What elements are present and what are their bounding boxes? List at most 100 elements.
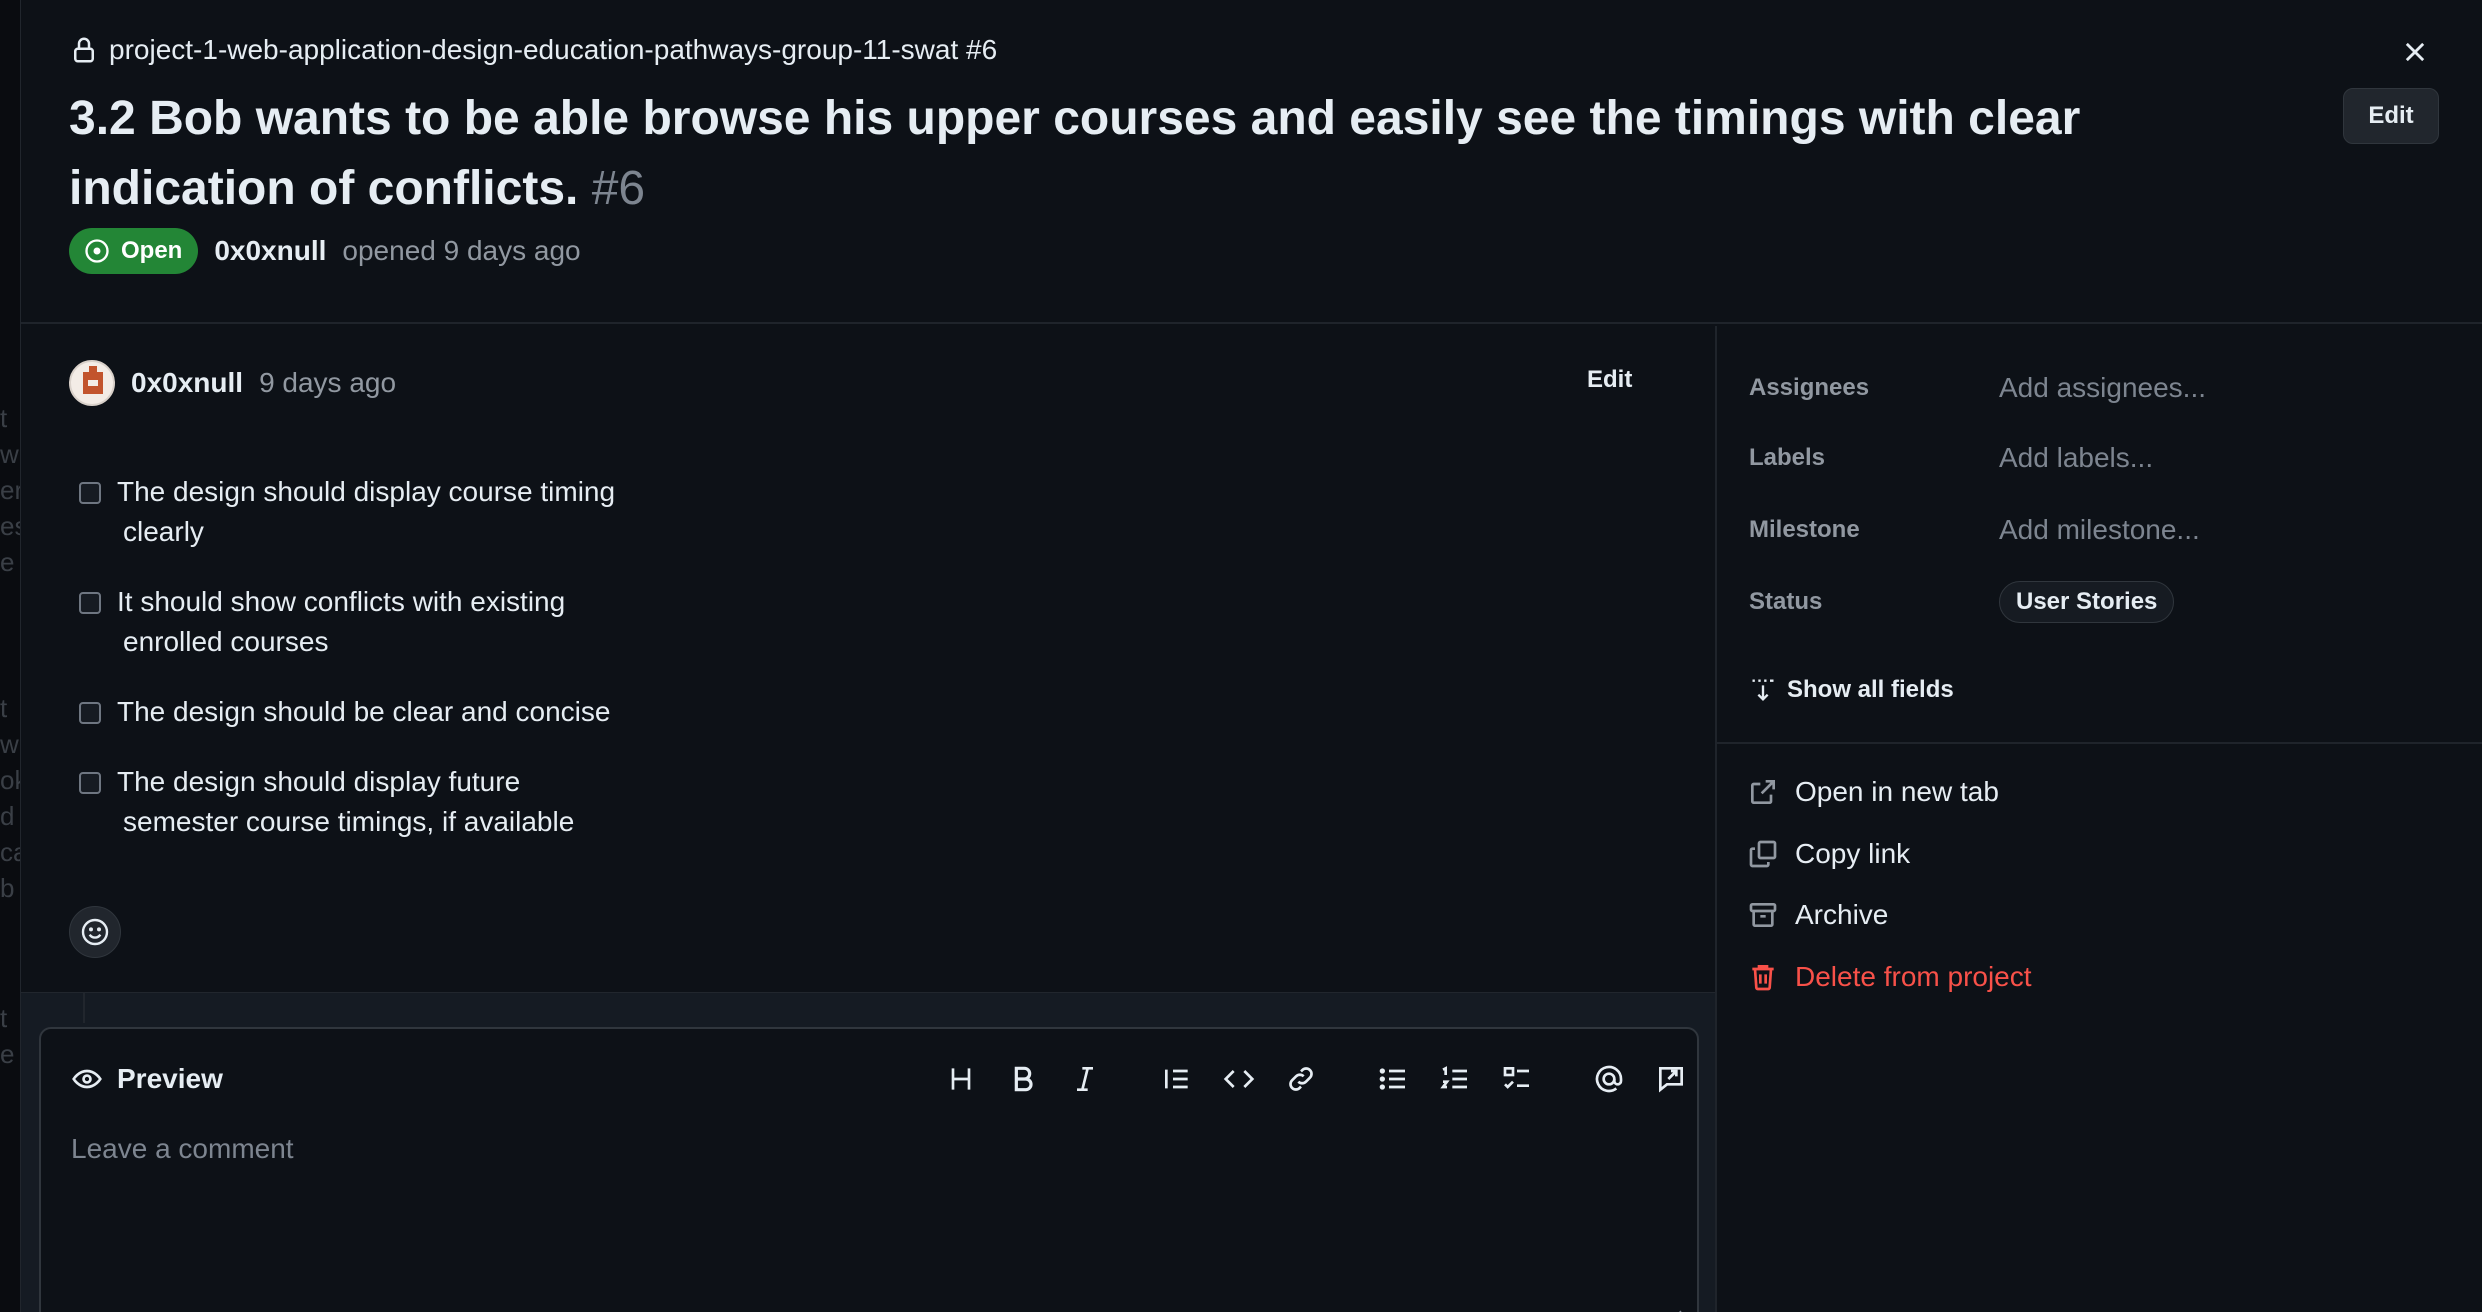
task-checkbox[interactable]	[79, 702, 101, 724]
archive-button[interactable]: Archive	[1747, 893, 1888, 937]
backdrop-ghost-text: te	[0, 1003, 15, 1069]
unordered-list-icon	[1379, 1068, 1405, 1090]
task-item: The design should display course timing …	[77, 472, 777, 552]
repo-name-text[interactable]: project-1-web-application-design-educati…	[109, 34, 997, 66]
assignees-value[interactable]: Add assignees...	[1999, 372, 2206, 404]
edit-title-button[interactable]: Edit	[2343, 88, 2439, 144]
status-badge: Open	[69, 228, 199, 274]
issue-title-text: 3.2 Bob wants to be able browse his uppe…	[69, 92, 2081, 215]
trash-icon	[1752, 965, 1774, 991]
issue-sidebar: Assignees Add assignees... Labels Add la…	[1715, 326, 2482, 1312]
comment-time[interactable]: 9 days ago	[259, 367, 396, 399]
comment-author[interactable]: 0x0xnull	[131, 367, 243, 399]
delete-from-project-button[interactable]: Delete from project	[1747, 955, 2032, 999]
task-text: The design should display course timing	[117, 476, 616, 507]
bold-icon	[1014, 1066, 1033, 1092]
task-list-icon	[1503, 1067, 1529, 1089]
heading-icon	[951, 1068, 971, 1090]
smiley-icon	[81, 918, 109, 946]
open-in-new-tab-button[interactable]: Open in new tab	[1747, 770, 1999, 814]
preview-tab[interactable]: Preview	[71, 1059, 223, 1099]
task-text-continued: semester course timings, if available	[123, 806, 575, 837]
heading-button[interactable]	[941, 1059, 981, 1099]
external-link-icon	[1751, 780, 1775, 804]
milestone-field[interactable]: Milestone Add milestone...	[1749, 510, 2449, 550]
status-value[interactable]: User Stories	[1999, 581, 2175, 623]
bold-button[interactable]	[1003, 1059, 1043, 1099]
issue-opened-icon	[85, 239, 109, 263]
mention-icon	[1595, 1065, 1623, 1093]
task-list: The design should display course timing …	[77, 472, 777, 872]
assignees-label: Assignees	[1749, 374, 1870, 401]
close-icon	[2405, 42, 2425, 62]
task-item: The design should display future semeste…	[77, 762, 777, 842]
preview-tab-label: Preview	[117, 1063, 223, 1094]
comment-input[interactable]	[69, 1125, 1669, 1312]
link-button[interactable]	[1281, 1059, 1321, 1099]
comment-header: 0x0xnull 9 days ago	[69, 358, 396, 408]
task-checkbox[interactable]	[79, 592, 101, 614]
labels-value[interactable]: Add labels...	[1999, 442, 2153, 474]
task-text-continued: enrolled courses	[123, 626, 329, 657]
milestone-label: Milestone	[1749, 516, 1860, 543]
eye-icon	[72, 1069, 102, 1089]
reference-icon	[1659, 1067, 1683, 1093]
background-page-backdrop: twerese twokdcab te	[0, 0, 20, 1312]
status-label: Status	[1749, 588, 1823, 615]
author-link[interactable]: 0x0xnull	[214, 235, 326, 267]
milestone-value[interactable]: Add milestone...	[1999, 514, 2200, 546]
copy-icon	[1749, 840, 1777, 868]
copy-link-label: Copy link	[1795, 838, 1911, 869]
add-reaction-button[interactable]	[69, 906, 121, 958]
repo-breadcrumb[interactable]: project-1-web-application-design-educati…	[69, 32, 997, 68]
archive-icon	[1749, 903, 1777, 927]
avatar[interactable]	[69, 360, 115, 406]
archive-label: Archive	[1795, 899, 1889, 930]
comment-compose-area: Preview Leave a comment	[21, 992, 1715, 1312]
resize-handle-icon[interactable]	[1663, 1305, 1683, 1312]
fold-down-icon	[1752, 679, 1774, 701]
unordered-list-button[interactable]	[1373, 1059, 1413, 1099]
issue-header: project-1-web-application-design-educati…	[21, 0, 2482, 324]
open-in-new-tab-label: Open in new tab	[1795, 776, 1999, 807]
issue-number: #6	[591, 162, 646, 215]
status-badge-label: Open	[121, 237, 183, 264]
quote-button[interactable]	[1157, 1059, 1197, 1099]
quote-icon	[1165, 1069, 1188, 1089]
ordered-list-icon	[1440, 1066, 1467, 1089]
assignees-field[interactable]: Assignees Add assignees...	[1749, 368, 2449, 408]
sidebar-divider	[1717, 742, 2482, 744]
task-text-continued: clearly	[123, 516, 204, 547]
issue-main-column: 0x0xnull 9 days ago Edit The design shou…	[21, 326, 1715, 1312]
mention-button[interactable]	[1589, 1059, 1629, 1099]
code-button[interactable]	[1219, 1059, 1259, 1099]
labels-field[interactable]: Labels Add labels...	[1749, 438, 2449, 478]
lock-icon	[74, 37, 94, 63]
issue-meta: Open 0x0xnull opened 9 days ago	[69, 228, 581, 274]
issue-side-panel: project-1-web-application-design-educati…	[20, 0, 2482, 1312]
task-item: It should show conflicts with existing e…	[77, 582, 777, 662]
markdown-toolbar	[941, 1059, 1713, 1099]
backdrop-ghost-text: twokdcab	[0, 693, 20, 903]
task-text: The design should display future	[117, 766, 521, 797]
task-checkbox[interactable]	[79, 772, 101, 794]
ordered-list-button[interactable]	[1435, 1059, 1475, 1099]
timeline-line	[83, 993, 85, 1023]
labels-label: Labels	[1749, 444, 1826, 471]
status-field[interactable]: Status User Stories	[1749, 581, 2449, 623]
opened-time: opened 9 days ago	[342, 235, 581, 266]
task-text: It should show conflicts with existing	[117, 586, 566, 617]
edit-comment-button[interactable]: Edit	[1587, 366, 1632, 394]
italic-button[interactable]	[1065, 1059, 1105, 1099]
show-all-fields-label: Show all fields	[1787, 676, 1954, 703]
task-list-button[interactable]	[1497, 1059, 1537, 1099]
copy-link-button[interactable]: Copy link	[1747, 832, 1910, 876]
task-checkbox[interactable]	[79, 482, 101, 504]
backdrop-ghost-text: twerese	[0, 403, 20, 577]
comment-composer: Preview Leave a comment	[39, 1027, 1699, 1312]
code-icon	[1223, 1070, 1255, 1088]
close-button[interactable]	[2395, 32, 2435, 72]
reference-button[interactable]	[1651, 1059, 1691, 1099]
issue-title: 3.2 Bob wants to be able browse his uppe…	[69, 84, 2169, 224]
show-all-fields-button[interactable]: Show all fields	[1749, 672, 1954, 708]
